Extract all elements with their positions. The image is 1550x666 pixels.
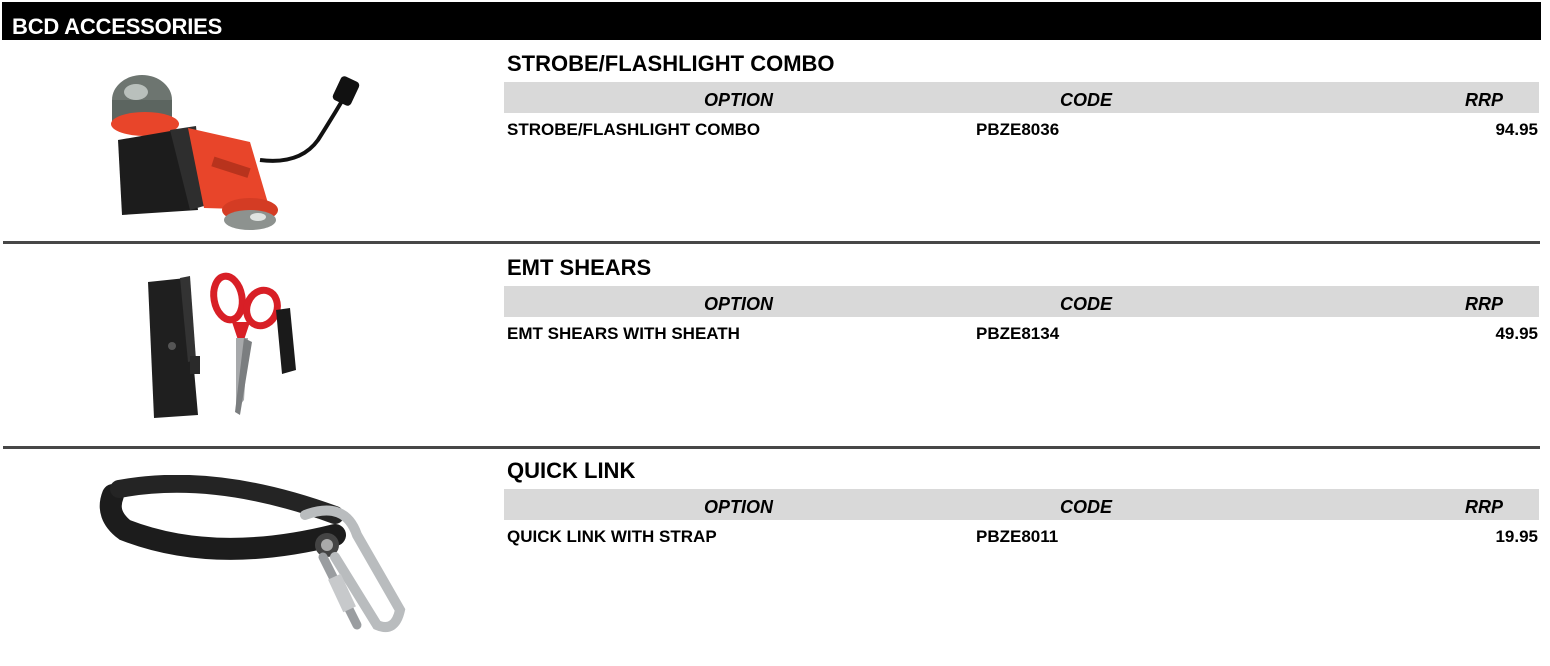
price-cell: 94.95 xyxy=(1495,120,1538,139)
column-header-rrp: RRP xyxy=(1465,294,1504,314)
option-cell: QUICK LINK WITH STRAP xyxy=(507,527,717,546)
section-header-bar: BCD ACCESSORIES xyxy=(2,2,1541,40)
column-header-code: CODE xyxy=(1060,294,1113,314)
product-title: STROBE/FLASHLIGHT COMBO xyxy=(507,51,835,76)
code-cell: PBZE8134 xyxy=(976,324,1060,343)
quick-link-image xyxy=(99,475,406,633)
code-cell: PBZE8011 xyxy=(976,527,1059,546)
section-divider xyxy=(3,241,1540,244)
table-header-row: OPTION CODE RRP xyxy=(504,489,1539,520)
column-header-rrp: RRP xyxy=(1465,90,1504,110)
column-header-option: OPTION xyxy=(704,294,774,314)
code-cell: PBZE8036 xyxy=(976,120,1060,139)
table-header-row: OPTION CODE RRP xyxy=(504,286,1539,317)
column-header-rrp: RRP xyxy=(1465,497,1504,517)
option-cell: EMT SHEARS WITH SHEATH xyxy=(507,324,740,343)
product-title: QUICK LINK xyxy=(507,458,636,483)
column-header-option: OPTION xyxy=(704,497,774,517)
column-header-code: CODE xyxy=(1060,497,1113,517)
strobe-flashlight-image xyxy=(111,75,360,230)
section-title: BCD ACCESSORIES xyxy=(12,14,223,39)
column-header-option: OPTION xyxy=(704,90,774,110)
emt-shears-image xyxy=(148,272,296,418)
option-cell: STROBE/FLASHLIGHT COMBO xyxy=(507,120,761,139)
price-cell: 49.95 xyxy=(1495,324,1538,343)
product-title: EMT SHEARS xyxy=(507,255,652,280)
section-divider xyxy=(3,446,1540,449)
column-header-code: CODE xyxy=(1060,90,1113,110)
price-cell: 19.95 xyxy=(1495,527,1538,546)
table-header-row: OPTION CODE RRP xyxy=(504,82,1539,113)
